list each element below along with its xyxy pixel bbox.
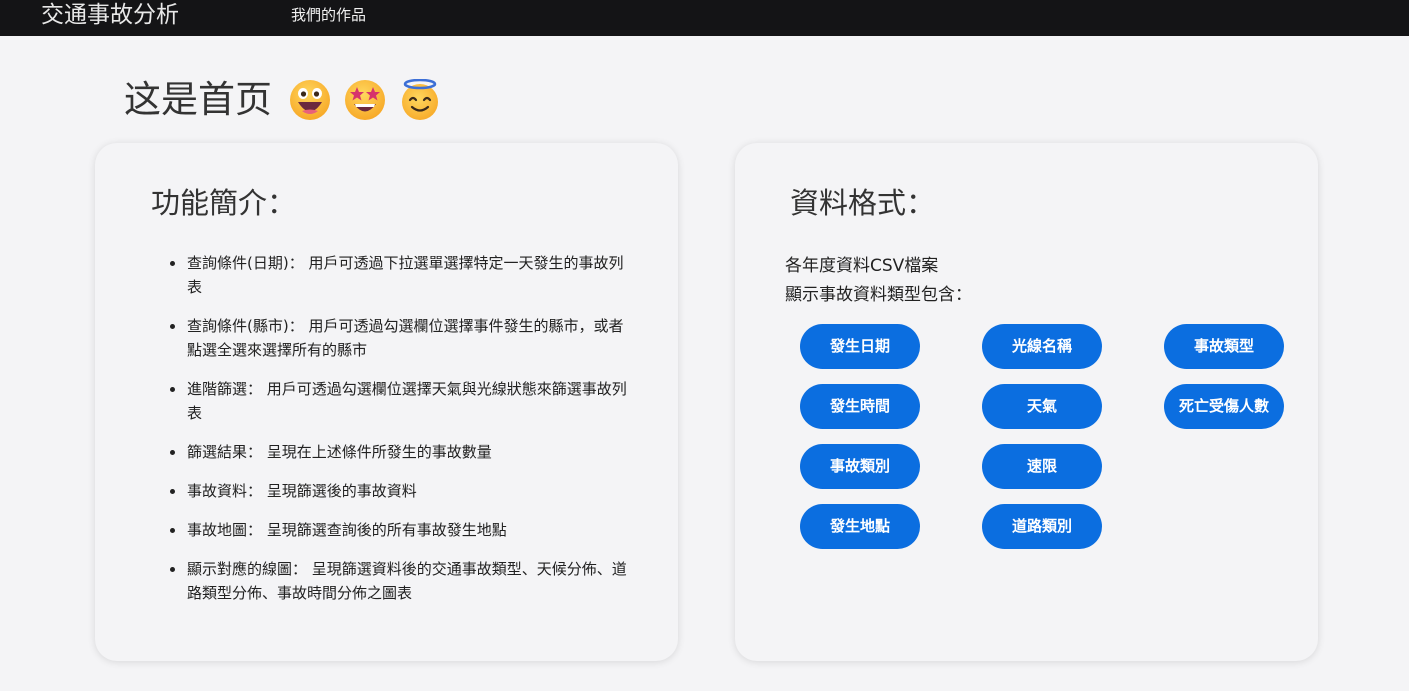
field-pill-occur-date[interactable]: 發生日期 bbox=[800, 324, 920, 369]
smiling-face-with-halo-icon bbox=[402, 79, 438, 120]
features-card: 功能簡介： 查詢條件(日期)： 用戶可透過下拉選單選擇特定一天發生的事故列表 查… bbox=[95, 143, 678, 661]
feature-item-accident-map: 事故地圖： 呈現篩選查詢後的所有事故發生地點 bbox=[170, 518, 637, 542]
data-format-heading: 資料格式： bbox=[790, 186, 936, 220]
features-heading: 功能簡介： bbox=[151, 186, 297, 220]
feature-item-filter-result: 篩選結果： 呈現在上述條件所發生的事故數量 bbox=[170, 440, 637, 464]
data-format-fields-intro: 顯示事故資料類型包含： bbox=[785, 285, 972, 305]
field-pill-casualties[interactable]: 死亡受傷人數 bbox=[1164, 384, 1284, 429]
star-struck-icon bbox=[345, 80, 385, 120]
field-pill-weather[interactable]: 天氣 bbox=[982, 384, 1102, 429]
page-title: 这是首页 bbox=[124, 76, 441, 124]
brand-title[interactable]: 交通事故分析 bbox=[41, 0, 179, 30]
feature-item-county-query: 查詢條件(縣市)： 用戶可透過勾選欄位選擇事件發生的縣市，或者點選全選來選擇所有… bbox=[170, 314, 637, 362]
field-pill-accident-category[interactable]: 事故類別 bbox=[800, 444, 920, 489]
field-pill-speed-limit[interactable]: 速限 bbox=[982, 444, 1102, 489]
feature-item-advanced-filter: 進階篩選： 用戶可透過勾選欄位選擇天氣與光線狀態來篩選事故列表 bbox=[170, 377, 637, 425]
field-pill-occur-time[interactable]: 發生時間 bbox=[800, 384, 920, 429]
features-list: 查詢條件(日期)： 用戶可透過下拉選單選擇特定一天發生的事故列表 查詢條件(縣市… bbox=[170, 251, 637, 620]
page-title-text: 这是首页 bbox=[124, 78, 272, 121]
data-format-description: 各年度資料CSV檔案 bbox=[785, 256, 939, 276]
field-pill-accident-type[interactable]: 事故類型 bbox=[1164, 324, 1284, 369]
data-format-card: 資料格式： 各年度資料CSV檔案 顯示事故資料類型包含： 發生日期 光線名稱 事… bbox=[735, 143, 1318, 661]
feature-item-charts: 顯示對應的線圖： 呈現篩選資料後的交通事故類型、天候分佈、道路類型分佈、事故時間… bbox=[170, 557, 637, 605]
field-pill-location[interactable]: 發生地點 bbox=[800, 504, 920, 549]
grinning-face-icon bbox=[290, 80, 330, 120]
field-pill-road-category[interactable]: 道路類別 bbox=[982, 504, 1102, 549]
feature-item-date-query: 查詢條件(日期)： 用戶可透過下拉選單選擇特定一天發生的事故列表 bbox=[170, 251, 637, 299]
field-pill-light-name[interactable]: 光線名稱 bbox=[982, 324, 1102, 369]
top-navbar: 交通事故分析 我們的作品 bbox=[0, 0, 1409, 36]
nav-link-our-works[interactable]: 我們的作品 bbox=[291, 4, 366, 26]
feature-item-accident-data: 事故資料： 呈現篩選後的事故資料 bbox=[170, 479, 637, 503]
